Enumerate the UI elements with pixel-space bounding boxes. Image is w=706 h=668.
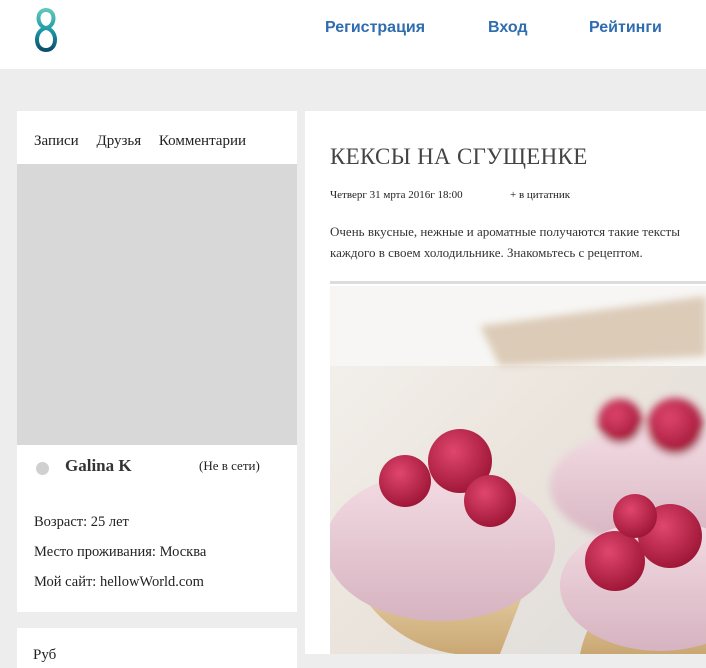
username[interactable]: Galina K bbox=[65, 456, 132, 476]
post-title[interactable]: КЕКСЫ НА СГУЩЕНКЕ bbox=[330, 144, 588, 170]
tab-friends[interactable]: Друзья bbox=[96, 133, 141, 149]
next-block-heading: Руб bbox=[33, 647, 57, 663]
divider bbox=[330, 281, 706, 284]
post-card: КЕКСЫ НА СГУЩЕНКЕ Четверг 31 мрта 2016г … bbox=[305, 111, 706, 654]
post-excerpt-line: Очень вкусные, нежные и ароматные получа… bbox=[330, 224, 680, 239]
post-excerpt-line: каждого в своем холодильнике. Знакомьтес… bbox=[330, 245, 643, 260]
post-excerpt: Очень вкусные, нежные и ароматные получа… bbox=[330, 221, 706, 263]
add-to-quotes-link[interactable]: + в цитатник bbox=[510, 189, 570, 201]
site-header: Регистрация Вход Рейтинги bbox=[0, 0, 706, 69]
offline-status-icon bbox=[36, 462, 49, 475]
user-age: Возраст: 25 лет bbox=[34, 514, 129, 530]
logo-icon[interactable] bbox=[30, 6, 62, 54]
sidebar-next-block: Руб bbox=[17, 628, 297, 668]
post-image[interactable] bbox=[330, 286, 706, 654]
tab-comments[interactable]: Комментарии bbox=[159, 133, 246, 149]
register-link[interactable]: Регистрация bbox=[325, 19, 425, 37]
user-city: Место проживания: Москва bbox=[34, 544, 207, 560]
profile-tabs: Записи Друзья Комментарии bbox=[34, 133, 260, 150]
tab-posts[interactable]: Записи bbox=[34, 133, 79, 149]
post-date: Четверг 31 мрта 2016г 18:00 bbox=[330, 189, 463, 201]
user-website: Мой сайт: hellowWorld.com bbox=[34, 574, 204, 590]
ratings-link[interactable]: Рейтинги bbox=[589, 19, 662, 37]
login-link[interactable]: Вход bbox=[488, 19, 528, 37]
avatar-placeholder bbox=[17, 164, 297, 445]
profile-sidebar: Записи Друзья Комментарии Galina K (Не в… bbox=[17, 111, 297, 612]
online-status: (Не в сети) bbox=[199, 458, 260, 473]
